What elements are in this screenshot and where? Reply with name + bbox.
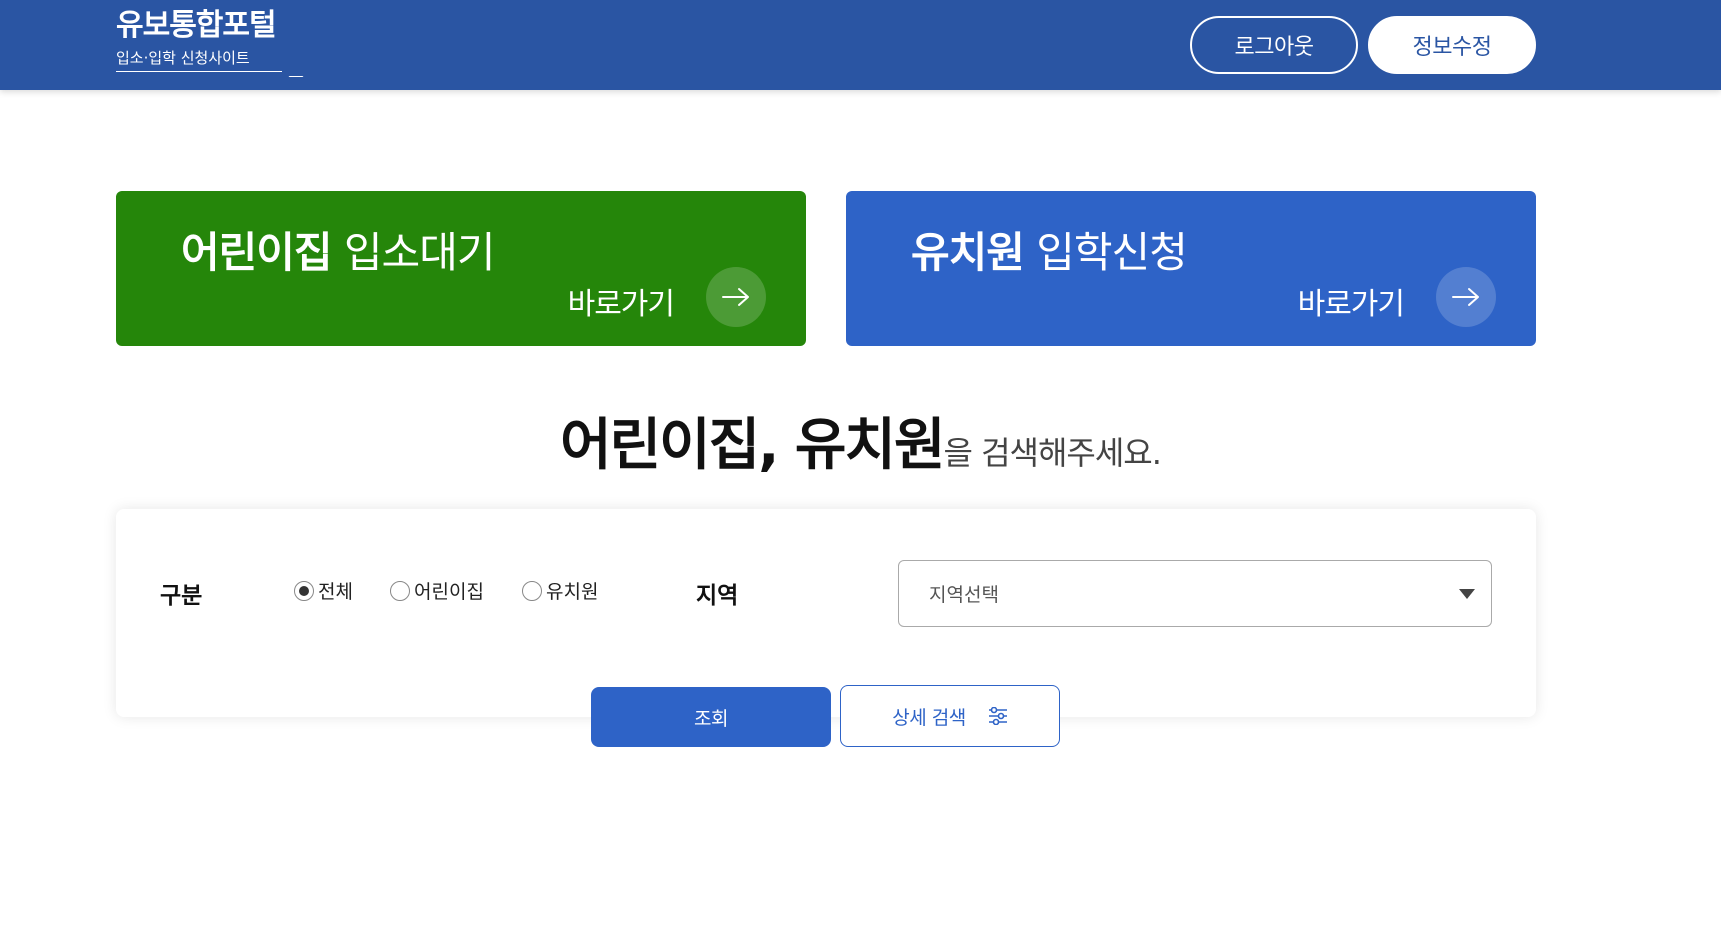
kindergarten-card-link-label: 바로가기	[1297, 287, 1405, 322]
search-panel: 구분 전체 어린이집 유치원 지역 지역선택	[116, 509, 1536, 717]
radio-circle[interactable]	[390, 580, 410, 601]
radio-daycare-label: 어린이집	[414, 581, 484, 603]
radio-all-label: 전체	[318, 581, 353, 603]
top-header: 유보통합포털 입소·입학 신청사이트 로그아웃 정보수정	[0, 0, 1721, 90]
radio-all[interactable]: 전체	[294, 577, 353, 604]
edit-info-button[interactable]: 정보수정	[1368, 16, 1536, 74]
daycare-waitlist-card[interactable]: 어린이집 입소대기 바로가기	[116, 191, 806, 346]
sliders-icon	[988, 707, 1008, 725]
brand-subtitle-text: 입소·입학 신청사이트	[116, 49, 250, 67]
search-heading-rest: 을 검색해주세요.	[943, 434, 1161, 472]
daycare-card-title: 어린이집 입소대기	[181, 219, 496, 280]
kindergarten-card-title-light: 입학신청	[1036, 228, 1188, 277]
kindergarten-apply-card[interactable]: 유치원 입학신청 바로가기	[846, 191, 1536, 346]
site-logo[interactable]: 유보통합포털 입소·입학 신청사이트	[116, 8, 304, 77]
detail-search-label: 상세 검색	[892, 706, 966, 729]
kindergarten-card-title-bold: 유치원	[911, 228, 1025, 277]
brand-underline-tail	[274, 62, 304, 77]
radio-daycare[interactable]: 어린이집	[390, 577, 484, 604]
radio-dot	[299, 585, 309, 596]
arrow-right-icon[interactable]	[706, 267, 766, 327]
daycare-card-link-label: 바로가기	[567, 287, 675, 322]
brand-subtitle: 입소·입학 신청사이트	[116, 48, 304, 77]
detail-search-button[interactable]: 상세 검색	[840, 685, 1060, 747]
radio-circle[interactable]	[522, 580, 542, 601]
kindergarten-card-title: 유치원 입학신청	[911, 219, 1188, 280]
radio-circle[interactable]	[294, 580, 314, 601]
daycare-card-title-bold: 어린이집	[181, 228, 333, 277]
logout-button[interactable]: 로그아웃	[1190, 16, 1358, 74]
search-heading: 어린이집, 유치원을 검색해주세요.	[0, 400, 1721, 481]
radio-kindergarten[interactable]: 유치원	[522, 577, 598, 604]
radio-kindergarten-label: 유치원	[546, 581, 599, 603]
search-heading-strong: 어린이집, 유치원	[560, 413, 945, 478]
brand-title: 유보통합포털	[116, 8, 277, 43]
caret-down-icon	[1459, 589, 1475, 599]
type-label: 구분	[160, 583, 203, 609]
search-button[interactable]: 조회	[591, 687, 831, 747]
region-select[interactable]: 지역선택	[898, 560, 1492, 627]
daycare-card-title-light: 입소대기	[343, 228, 496, 277]
region-select-placeholder: 지역선택	[929, 584, 999, 606]
region-label: 지역	[696, 583, 739, 609]
arrow-right-icon[interactable]	[1436, 267, 1496, 327]
